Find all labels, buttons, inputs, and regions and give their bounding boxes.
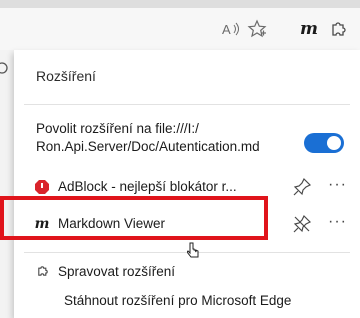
page-left-edge [0,50,14,318]
puzzle-icon [332,22,346,36]
svg-text:A: A [222,22,231,37]
markdown-viewer-toolbar-button[interactable]: m [296,16,322,42]
pin-icon[interactable] [292,177,312,197]
more-options-icon[interactable]: ··· [328,176,347,194]
browser-toolbar: A m [0,8,360,51]
markdown-icon: m [300,19,318,39]
get-extensions-link[interactable]: Stáhnout rozšíření pro Microsoft Edge [64,293,291,308]
read-aloud-icon[interactable]: A [218,16,244,42]
file-access-toggle[interactable] [304,133,344,153]
manage-extensions-item[interactable]: Spravovat rozšíření [36,264,175,279]
toggle-knob [327,136,341,150]
puzzle-icon [38,266,48,276]
file-access-label: Povolit rozšíření na file:///I:/ Ron.Api… [36,121,260,154]
extension-name: AdBlock - nejlepší blokátor r... [58,179,237,194]
window-top-strip [0,0,360,8]
extensions-panel: Rozšíření Povolit rozšíření na file:///I… [14,50,360,318]
star-icon[interactable] [244,16,270,42]
gear-icon [0,62,8,74]
adblock-icon [34,179,50,195]
more-options-icon[interactable]: ··· [328,213,347,231]
unpin-icon[interactable] [292,214,312,234]
highlight-annotation [0,196,268,240]
panel-title: Rozšíření [36,68,96,84]
extensions-button[interactable] [326,16,352,42]
divider [24,104,350,105]
manage-extensions-label: Spravovat rozšíření [58,264,176,279]
mouse-cursor [187,242,199,258]
